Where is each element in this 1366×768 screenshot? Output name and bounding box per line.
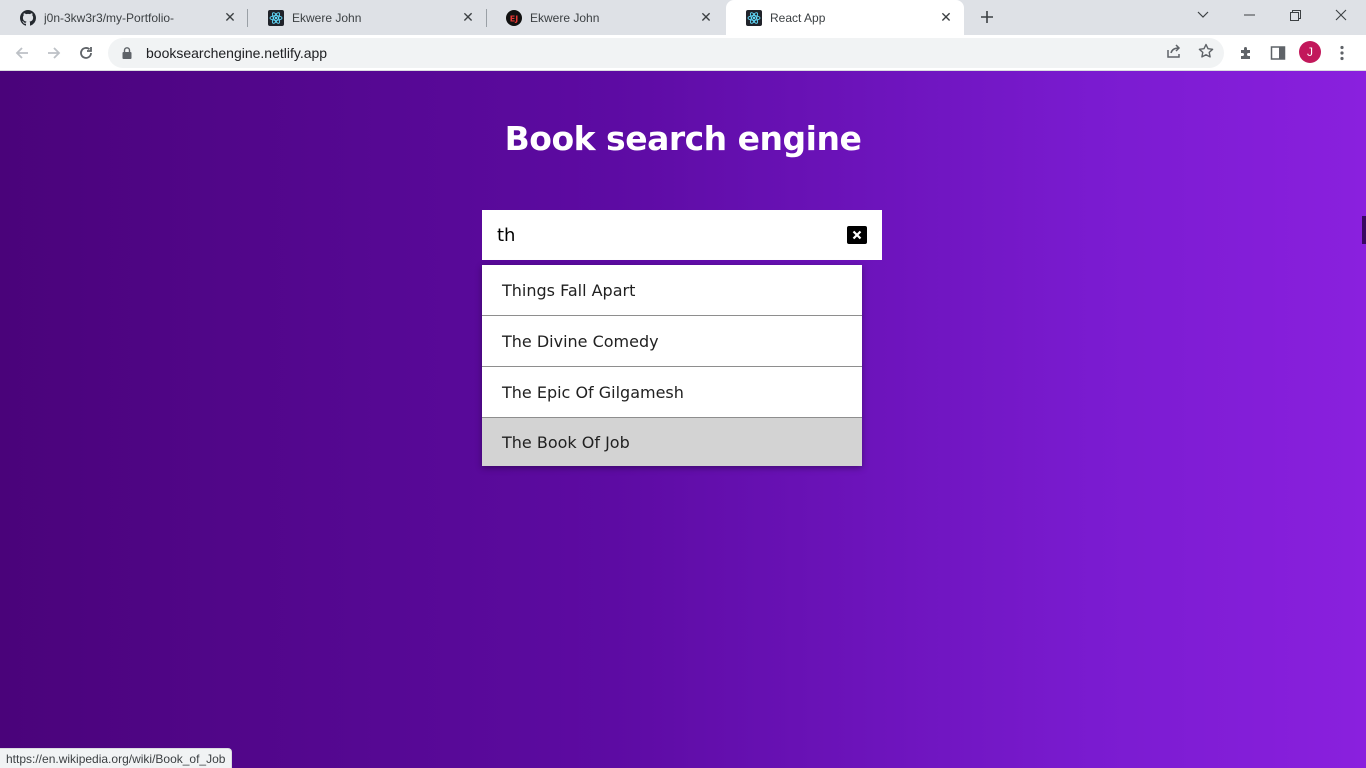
- close-icon: [852, 230, 862, 240]
- search-input[interactable]: th: [482, 210, 882, 260]
- new-tab-button[interactable]: [976, 6, 998, 28]
- close-tab-icon[interactable]: ✕: [222, 9, 238, 26]
- profile-avatar[interactable]: J: [1299, 41, 1321, 63]
- tab-title: Ekwere John: [292, 10, 362, 25]
- bookmark-star-icon[interactable]: [1197, 42, 1215, 60]
- menu-kebab-icon[interactable]: [1330, 41, 1354, 65]
- reload-button[interactable]: [72, 39, 100, 67]
- forward-button[interactable]: [40, 39, 68, 67]
- page-title: Book search engine: [504, 119, 862, 158]
- close-tab-icon[interactable]: ✕: [698, 9, 714, 26]
- close-window-button[interactable]: [1318, 0, 1364, 30]
- react-icon: [268, 9, 284, 26]
- scrollbar-thumb[interactable]: [1362, 216, 1366, 244]
- search-result-item[interactable]: The Divine Comedy: [482, 316, 862, 367]
- status-bar-link: https://en.wikipedia.org/wiki/Book_of_Jo…: [0, 748, 233, 768]
- minimize-button[interactable]: [1226, 0, 1272, 30]
- close-icon: [1335, 9, 1347, 21]
- tab-github-portfolio[interactable]: j0n-3kw3r3/my-Portfolio- ✕: [0, 0, 248, 35]
- side-panel-icon[interactable]: [1266, 41, 1290, 65]
- tab-title: j0n-3kw3r3/my-Portfolio-: [44, 10, 175, 25]
- search-results-dropdown: Things Fall Apart The Divine Comedy The …: [482, 265, 862, 466]
- back-button[interactable]: [8, 39, 36, 67]
- arrow-left-icon: [15, 47, 28, 59]
- browser-toolbar: booksearchengine.netlify.app J: [0, 35, 1366, 71]
- plus-icon: [981, 11, 993, 23]
- restore-icon: [1289, 9, 1301, 21]
- close-tab-icon[interactable]: ✕: [460, 9, 476, 26]
- extensions-puzzle-icon[interactable]: [1234, 41, 1258, 65]
- reload-icon: [80, 47, 92, 59]
- chevron-down-icon: [1197, 11, 1209, 18]
- tab-search-button[interactable]: [1180, 0, 1226, 30]
- page-scrollbar[interactable]: [1362, 71, 1366, 768]
- search-result-item[interactable]: The Book Of Job: [482, 418, 862, 466]
- lock-icon[interactable]: [120, 46, 134, 60]
- address-bar[interactable]: booksearchengine.netlify.app: [108, 38, 1224, 68]
- ej-logo-icon: EJ: [506, 9, 522, 26]
- tab-ekwere-john-1[interactable]: Ekwere John ✕: [248, 0, 486, 35]
- tab-title: Ekwere John: [530, 10, 600, 25]
- arrow-right-icon: [48, 47, 61, 59]
- tab-ekwere-john-2[interactable]: EJ Ekwere John ✕: [486, 0, 724, 35]
- svg-text:EJ: EJ: [510, 14, 518, 23]
- page-content: Book search engine th Things Fall Apart …: [0, 71, 1366, 768]
- tab-title: React App: [770, 10, 826, 25]
- tab-strip: j0n-3kw3r3/my-Portfolio- ✕ Ekwere John ✕…: [0, 0, 1366, 35]
- search-result-item[interactable]: Things Fall Apart: [482, 265, 862, 316]
- clear-search-button[interactable]: [847, 226, 867, 244]
- search-input-value[interactable]: th: [497, 225, 847, 246]
- react-icon: [746, 9, 762, 26]
- tab-react-app[interactable]: React App ✕: [726, 0, 964, 35]
- share-icon[interactable]: [1165, 42, 1183, 60]
- close-tab-icon[interactable]: ✕: [938, 9, 954, 26]
- search-result-item[interactable]: The Epic Of Gilgamesh: [482, 367, 862, 418]
- url-text[interactable]: booksearchengine.netlify.app: [146, 45, 327, 61]
- github-icon: [20, 9, 36, 26]
- restore-button[interactable]: [1272, 0, 1318, 30]
- minimize-icon: [1243, 14, 1255, 16]
